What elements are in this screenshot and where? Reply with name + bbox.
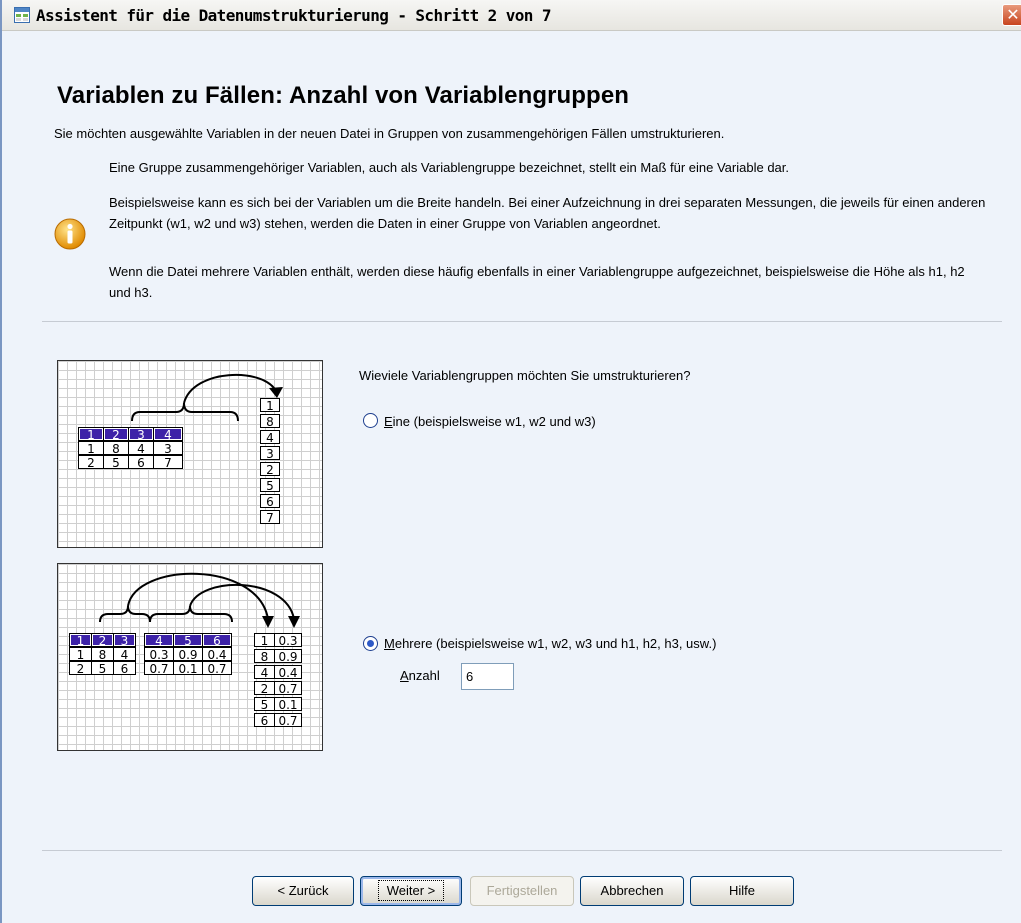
radio-multiple-groups[interactable] xyxy=(363,636,378,651)
diagram-cell: 0.4 xyxy=(202,647,232,662)
count-label-mnemonic: A xyxy=(400,668,409,683)
diagram-cell: 1 xyxy=(69,647,92,662)
diagram-cell: 1 xyxy=(69,633,92,648)
radio-one-group[interactable] xyxy=(363,413,378,428)
diagram-cell: 2 xyxy=(254,681,275,696)
diagram-cell: 3 xyxy=(128,427,154,442)
diagram-cell: 3 xyxy=(260,446,280,461)
info-paragraph-2: Beispielsweise kann es sich bei der Vari… xyxy=(109,195,986,231)
radio-multiple-groups-label[interactable]: Mehrere (beispielsweise w1, w2, w3 und h… xyxy=(384,636,716,651)
diagram-cell: 6 xyxy=(113,661,136,676)
diagram-cell: 8 xyxy=(260,414,280,429)
diagram-cell: 3 xyxy=(153,441,183,456)
diagram-cell: 0.1 xyxy=(274,697,302,712)
diagram-cell: 0.7 xyxy=(144,661,174,676)
close-icon: ✕ xyxy=(1006,5,1020,24)
diagram-cell: 0.7 xyxy=(274,681,302,696)
diagram-cell: 6 xyxy=(254,713,275,728)
cancel-button[interactable]: Abbrechen xyxy=(580,876,684,906)
diagram-cell: 8 xyxy=(103,441,129,456)
intro-text: Sie möchten ausgewählte Variablen in der… xyxy=(54,126,725,141)
next-button-label: Weiter > xyxy=(377,880,445,901)
diagram-cell: 5 xyxy=(260,478,280,493)
diagram-cell: 4 xyxy=(113,647,136,662)
radio-multiple-groups-mnemonic: M xyxy=(384,636,395,651)
diagram-cell: 5 xyxy=(254,697,275,712)
diagram-cell: 1 xyxy=(78,427,104,442)
info-paragraph-1: Eine Gruppe zusammengehöriger Variablen,… xyxy=(109,160,790,175)
help-button[interactable]: Hilfe xyxy=(690,876,794,906)
diagram-cell: 0.9 xyxy=(274,649,302,664)
diagram-cell: 7 xyxy=(260,510,280,525)
radio-multiple-groups-text: ehrere (beispielsweise w1, w2, w3 und h1… xyxy=(394,636,717,651)
diagram-cell: 0.3 xyxy=(274,633,302,648)
diagram-cell: 2 xyxy=(69,661,92,676)
finish-button[interactable]: Fertigstellen xyxy=(470,876,574,906)
diagram-cell: 0.7 xyxy=(274,713,302,728)
diagram-cell: 6 xyxy=(202,633,232,648)
diagram-cell: 0.7 xyxy=(202,661,232,676)
diagram-cell: 4 xyxy=(260,430,280,445)
wizard-window: Assistent für die Datenumstrukturierung … xyxy=(0,0,1021,923)
diagram-cell: 0.9 xyxy=(173,647,203,662)
back-button[interactable]: < Zurück xyxy=(252,876,354,906)
diagram-cell: 5 xyxy=(103,455,129,470)
count-label: Anzahl xyxy=(400,668,440,683)
diagram-cell: 1 xyxy=(254,633,275,648)
close-button[interactable]: ✕ xyxy=(1002,4,1021,26)
diagram-cell: 4 xyxy=(153,427,183,442)
diagram-cell: 6 xyxy=(128,455,154,470)
info-paragraph-3: Wenn die Datei mehrere Variablen enthält… xyxy=(109,264,965,300)
diagram-cell: 2 xyxy=(91,633,114,648)
title-bar[interactable]: Assistent für die Datenumstrukturierung … xyxy=(2,0,1021,31)
top-divider xyxy=(42,321,1002,322)
diagram-cell: 7 xyxy=(153,455,183,470)
diagram-cell: 0.3 xyxy=(144,647,174,662)
diagram-cell: 2 xyxy=(78,455,104,470)
diagram-cell: 3 xyxy=(113,633,136,648)
diagram-cell: 5 xyxy=(173,633,203,648)
info-icon xyxy=(54,218,86,250)
diagram-cell: 4 xyxy=(128,441,154,456)
diagram-cell: 8 xyxy=(91,647,114,662)
diagram-cell: 8 xyxy=(254,649,275,664)
diagram-cell: 0.1 xyxy=(173,661,203,676)
bottom-divider xyxy=(42,850,1002,851)
question-label: Wieviele Variablengruppen möchten Sie um… xyxy=(359,368,691,383)
radio-one-group-text: ine (beispielsweise w1, w2 und w3) xyxy=(392,414,596,429)
app-icon xyxy=(14,7,30,23)
diagram-cell: 1 xyxy=(78,441,104,456)
diagram-multiple-groups: 1 2 3 4 5 6 1 8 4 0.3 0.9 0.4 2 5 6 0.7 … xyxy=(57,563,323,751)
diagram-cell: 2 xyxy=(103,427,129,442)
diagram-cell: 6 xyxy=(260,494,280,509)
window-title: Assistent für die Datenumstrukturierung … xyxy=(36,6,551,25)
diagram-cell: 1 xyxy=(260,398,280,413)
count-label-text: nzahl xyxy=(408,668,440,683)
count-input[interactable]: 6 xyxy=(461,663,514,690)
diagram-cell: 2 xyxy=(260,462,280,477)
diagram-cell: 4 xyxy=(144,633,174,648)
next-button[interactable]: Weiter > xyxy=(360,876,462,906)
diagram-cell: 0.4 xyxy=(274,665,302,680)
diagram-cell: 4 xyxy=(254,665,275,680)
page-title: Variablen zu Fällen: Anzahl von Variable… xyxy=(57,82,630,109)
radio-one-group-mnemonic: E xyxy=(384,414,393,429)
diagram-cell: 5 xyxy=(91,661,114,676)
diagram-one-group: 1 2 3 4 1 8 4 3 2 5 6 7 1 8 4 3 2 5 6 7 xyxy=(57,360,323,548)
radio-one-group-label[interactable]: Eine (beispielsweise w1, w2 und w3) xyxy=(384,414,596,429)
